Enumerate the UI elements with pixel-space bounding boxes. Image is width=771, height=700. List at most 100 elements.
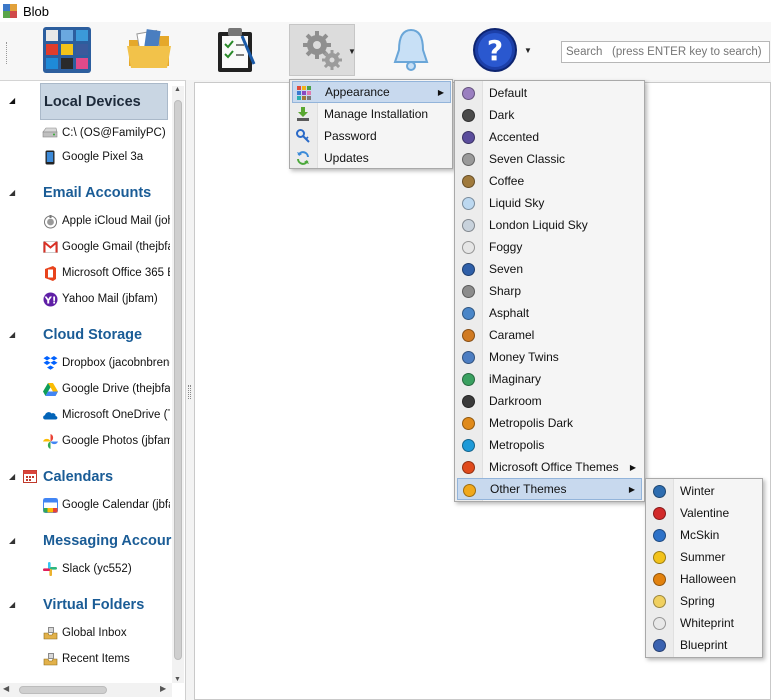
gears-icon — [303, 31, 342, 70]
sidebar-item-c-drive[interactable]: C:\ (OS@FamilyPC) — [42, 124, 170, 142]
help-button[interactable]: ? ▼ — [466, 24, 532, 76]
menu-item-halloween[interactable]: Halloween — [648, 568, 760, 590]
sidebar-item-google-pixel[interactable]: Google Pixel 3a — [42, 148, 170, 166]
menu-item-whiteprint[interactable]: Whiteprint — [648, 612, 760, 634]
search-input[interactable] — [561, 41, 770, 63]
theme-swatch-icon — [651, 483, 667, 499]
scroll-down-arrow[interactable]: ▼ — [174, 676, 181, 683]
sidebar-item-google-photos[interactable]: Google Photos (jbfam( — [42, 432, 170, 450]
svg-text:?: ? — [487, 34, 503, 67]
app-grid-icon — [43, 27, 91, 73]
sidebar-item-recent-items[interactable]: Recent Items — [42, 650, 170, 668]
menu-item-other-themes[interactable]: Other Themes ▶ — [457, 478, 642, 500]
theme-swatch-icon — [651, 615, 667, 631]
sidebar-item-dropbox[interactable]: Dropbox (jacobnbrend — [42, 354, 170, 372]
menu-item-appearance[interactable]: Appearance ▶ — [292, 81, 451, 103]
sidebar-item-google-drive[interactable]: Google Drive (thejbfan — [42, 380, 170, 398]
drive-icon — [42, 125, 58, 141]
notifications-button[interactable] — [382, 24, 440, 76]
settings-button[interactable]: ▼ — [289, 24, 356, 76]
sidebar-vertical-scrollbar[interactable]: ▲ ▼ — [172, 86, 184, 683]
panel-splitter[interactable] — [188, 385, 191, 399]
theme-swatch-icon — [461, 482, 477, 498]
sidebar-item-global-inbox[interactable]: Global Inbox — [42, 624, 170, 642]
menu-item-metropolis-dark[interactable]: Metropolis Dark — [457, 412, 642, 434]
menu-item-metropolis[interactable]: Metropolis — [457, 434, 642, 456]
gmail-icon — [42, 239, 58, 255]
folders-button[interactable] — [122, 24, 180, 76]
theme-swatch-icon — [460, 437, 476, 453]
menu-item-imaginary[interactable]: iMaginary — [457, 368, 642, 390]
menu-item-liquid-sky[interactable]: Liquid Sky — [457, 192, 642, 214]
menu-item-winter[interactable]: Winter — [648, 480, 760, 502]
menu-item-accented[interactable]: Accented — [457, 126, 642, 148]
settings-dropdown-arrow[interactable]: ▼ — [348, 47, 356, 56]
theme-swatch-icon — [651, 637, 667, 653]
sidebar-section-cloud-storage[interactable]: ◢ Cloud Storage — [0, 322, 172, 348]
menu-item-mcskin[interactable]: McSkin — [648, 524, 760, 546]
menu-item-microsoft-office-themes[interactable]: Microsoft Office Themes ▶ — [457, 456, 642, 478]
theme-swatch-icon — [460, 415, 476, 431]
theme-swatch-icon — [460, 371, 476, 387]
menu-item-password[interactable]: Password — [292, 125, 451, 147]
sidebar-section-local-devices[interactable]: Local Devices — [40, 83, 168, 120]
scroll-up-arrow[interactable]: ▲ — [174, 86, 181, 93]
sidebar-section-messaging-accounts[interactable]: ◢ Messaging Accour — [0, 528, 172, 554]
collapse-toggle[interactable]: ◢ — [9, 536, 15, 545]
menu-item-caramel[interactable]: Caramel — [457, 324, 642, 346]
menu-item-seven-classic[interactable]: Seven Classic — [457, 148, 642, 170]
menu-item-darkroom[interactable]: Darkroom — [457, 390, 642, 412]
theme-swatch-icon — [460, 217, 476, 233]
collapse-toggle-local-devices[interactable]: ◢ — [9, 96, 15, 105]
theme-swatch-icon — [460, 151, 476, 167]
sidebar-horizontal-scrollbar[interactable]: ◀ ▶ — [0, 683, 172, 697]
scrollbar-thumb[interactable] — [174, 100, 182, 660]
onedrive-icon — [42, 407, 58, 423]
sidebar-section-email-accounts[interactable]: ◢ Email Accounts — [0, 180, 172, 206]
sidebar-item-apple-icloud[interactable]: Apple iCloud Mail (john — [42, 212, 170, 230]
menu-item-seven[interactable]: Seven — [457, 258, 642, 280]
menu-item-asphalt[interactable]: Asphalt — [457, 302, 642, 324]
menu-item-blueprint[interactable]: Blueprint — [648, 634, 760, 656]
collapse-toggle[interactable]: ◢ — [9, 472, 15, 481]
sidebar-item-google-gmail[interactable]: Google Gmail (thejbfan — [42, 238, 170, 256]
theme-swatch-icon — [651, 593, 667, 609]
sidebar-item-onedrive[interactable]: Microsoft OneDrive (Te — [42, 406, 170, 424]
menu-item-valentine[interactable]: Valentine — [648, 502, 760, 524]
menu-item-summer[interactable]: Summer — [648, 546, 760, 568]
menu-item-default[interactable]: Default — [457, 82, 642, 104]
sidebar-section-virtual-folders[interactable]: ◢ Virtual Folders — [0, 592, 172, 618]
collapse-toggle[interactable]: ◢ — [9, 330, 15, 339]
menu-item-coffee[interactable]: Coffee — [457, 170, 642, 192]
toolbar-grip[interactable] — [6, 42, 9, 64]
yahoo-icon: Y! — [42, 291, 58, 307]
scroll-right-arrow[interactable]: ▶ — [160, 684, 166, 693]
svg-text:Y!: Y! — [43, 295, 56, 306]
tasks-button[interactable] — [206, 24, 264, 76]
sidebar-item-google-calendar[interactable]: Google Calendar (jbfan — [42, 496, 170, 514]
collapse-toggle[interactable]: ◢ — [9, 600, 15, 609]
menu-item-london-liquid-sky[interactable]: London Liquid Sky — [457, 214, 642, 236]
scroll-left-arrow[interactable]: ◀ — [3, 684, 9, 693]
calendar-section-icon — [23, 469, 37, 486]
section-label: Local Devices — [44, 94, 141, 110]
menu-item-manage-installation[interactable]: Manage Installation — [292, 103, 451, 125]
collapse-toggle[interactable]: ◢ — [9, 188, 15, 197]
menu-item-dark[interactable]: Dark — [457, 104, 642, 126]
menu-item-foggy[interactable]: Foggy — [457, 236, 642, 258]
sidebar-item-yahoo-mail[interactable]: Y! Yahoo Mail (jbfam) — [42, 290, 170, 308]
sidebar-item-slack[interactable]: Slack (yc552) — [42, 560, 170, 578]
menu-item-sharp[interactable]: Sharp — [457, 280, 642, 302]
help-dropdown-arrow[interactable]: ▼ — [524, 46, 532, 55]
theme-swatch-icon — [460, 261, 476, 277]
toolbar: ▼ ? ▼ — [0, 22, 771, 80]
menu-item-money-twins[interactable]: Money Twins — [457, 346, 642, 368]
scrollbar-thumb[interactable] — [19, 686, 107, 694]
theme-swatch-icon — [460, 107, 476, 123]
menu-item-updates[interactable]: Updates — [292, 147, 451, 169]
menu-item-spring[interactable]: Spring — [648, 590, 760, 612]
theme-swatch-icon — [460, 195, 476, 211]
help-icon: ? — [473, 28, 517, 72]
accounts-button[interactable] — [38, 24, 96, 76]
sidebar-item-microsoft-office[interactable]: Microsoft Office 365 E — [42, 264, 170, 282]
